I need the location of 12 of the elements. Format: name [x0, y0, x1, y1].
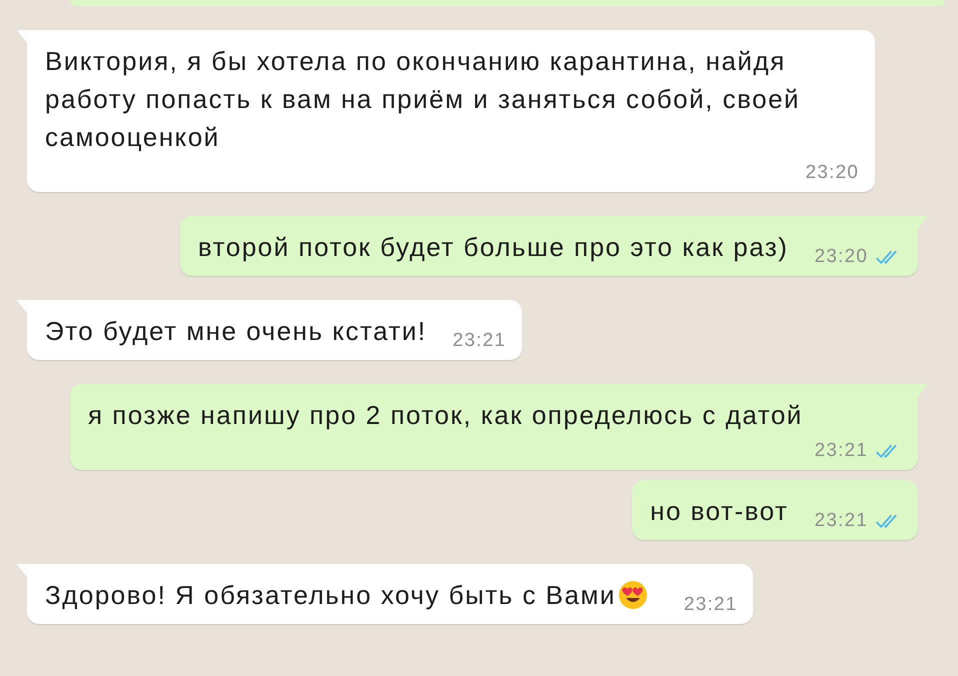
message-time: 23:21 — [814, 440, 868, 462]
message-text: Это будет мне очень кстати! — [45, 315, 427, 348]
message-text: я позже напишу про 2 поток, как определюсь с датой — [88, 399, 803, 432]
message-text: Виктория, я бы хотела по окончанию карантина, найдя работу попасть к вам на приём и заняться собой, своей самооценкой — [45, 45, 802, 154]
message-time: 23:21 — [452, 330, 506, 352]
message-time: 23:21 — [684, 594, 738, 616]
message-text: но вот-вот — [650, 495, 788, 528]
message-time: 23:20 — [814, 246, 868, 268]
message-text: второй поток будет больше про это как раз) — [198, 231, 788, 264]
message-time: 23:21 — [814, 510, 868, 532]
message-text: Здорово! Я обязательно хочу быть с Вами — [45, 579, 616, 612]
message-time: 23:20 — [805, 162, 859, 184]
